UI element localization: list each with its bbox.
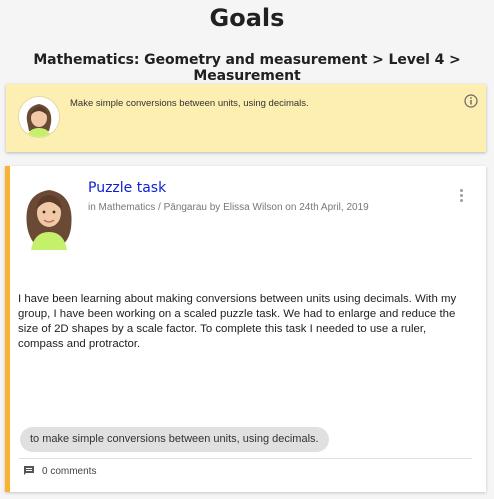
goal-banner: Make simple conversions between units, u… <box>6 84 486 152</box>
story-meta: in Mathematics / Pāngarau by Elissa Wils… <box>88 202 369 213</box>
story-body: I have been learning about making conver… <box>18 293 457 350</box>
card-accent-bar <box>5 166 10 492</box>
goal-text: Make simple conversions between units, u… <box>70 98 309 109</box>
comments-count: 0 comments <box>42 465 97 477</box>
page-title: Goals <box>209 4 285 32</box>
avatar <box>18 96 60 138</box>
story-card: Puzzle task in Mathematics / Pāngarau by… <box>5 166 486 492</box>
comment-icon <box>24 466 34 475</box>
info-icon[interactable] <box>464 94 478 108</box>
goal-tag-chip[interactable]: to make simple conversions between units… <box>20 427 329 452</box>
divider <box>19 458 472 459</box>
more-options-icon[interactable] <box>460 189 464 205</box>
story-title-link[interactable]: Puzzle task <box>88 180 166 196</box>
comments-link[interactable]: 0 comments <box>23 465 96 477</box>
breadcrumb: Mathematics: Geometry and measurement > … <box>33 52 461 84</box>
avatar <box>21 180 77 250</box>
